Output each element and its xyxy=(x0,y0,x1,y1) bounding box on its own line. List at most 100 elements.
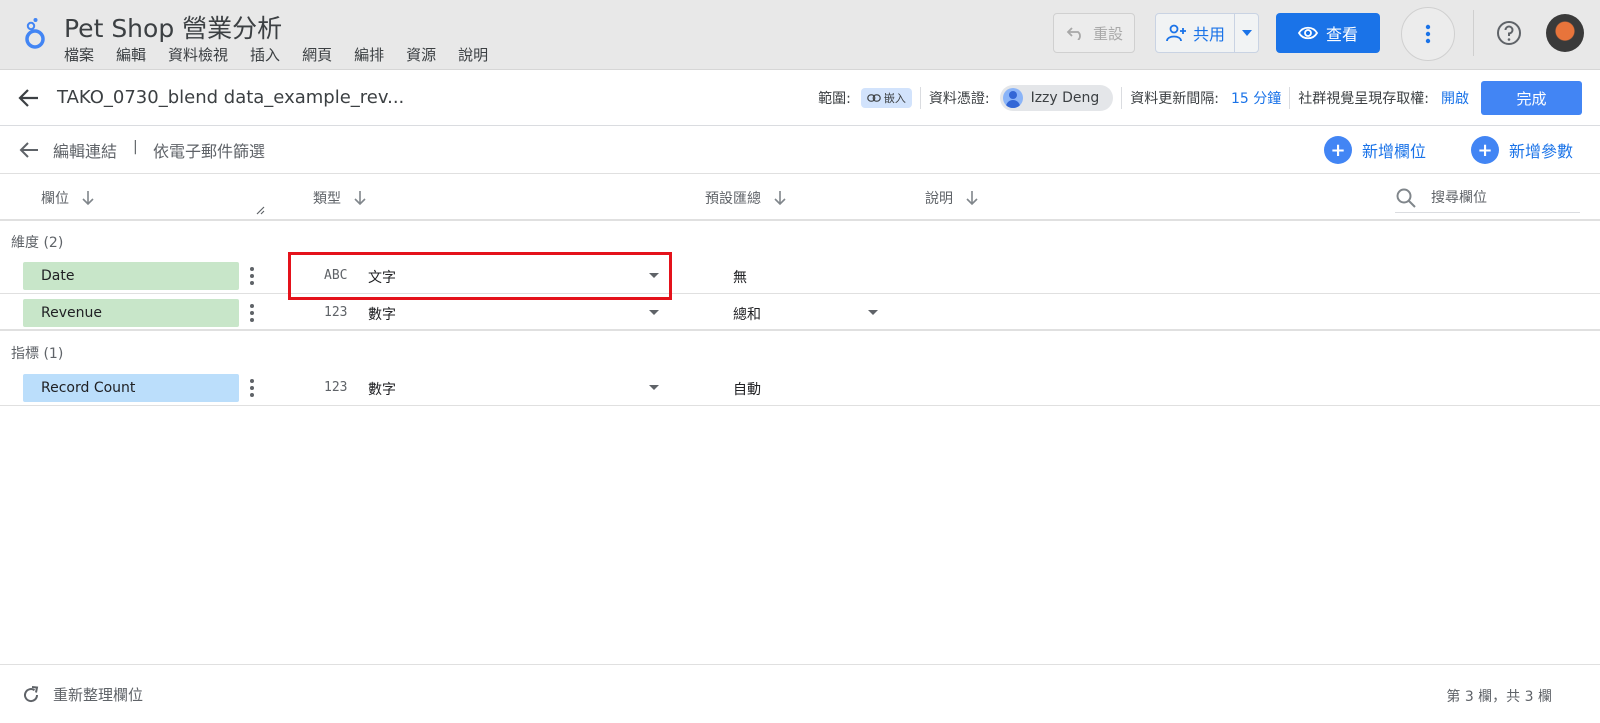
add-field-label: 新增欄位 xyxy=(1362,142,1427,161)
field-count: 第 3 欄，共 3 欄 xyxy=(1446,689,1552,705)
filter-by-email-link[interactable]: 依電子郵件篩選 xyxy=(153,138,265,162)
datasource-name[interactable]: TAKO_0730_blend data_example_rev... xyxy=(57,87,404,108)
edit-connection-link[interactable]: 編輯連結 xyxy=(53,138,117,162)
search-icon xyxy=(1396,188,1416,208)
app-header: Pet Shop 營業分析 檔案 編輯 資料檢視 插入 網頁 編排 資源 說明 … xyxy=(0,0,1600,70)
table-row: Revenue 123 數字 總和 xyxy=(0,295,1600,331)
more-vert-icon[interactable] xyxy=(248,378,256,398)
column-header-field[interactable]: 欄位 xyxy=(41,188,95,208)
add-field-button[interactable]: + 新增欄位 xyxy=(1324,136,1426,164)
share-label: 共用 xyxy=(1192,25,1225,44)
reset-label: 重設 xyxy=(1092,24,1123,43)
plus-icon: + xyxy=(1471,136,1499,164)
caret-down-icon[interactable] xyxy=(649,385,659,390)
number-type-icon: 123 xyxy=(324,380,348,395)
menu-edit[interactable]: 編輯 xyxy=(116,44,146,65)
divider xyxy=(1121,87,1123,109)
scope-label: 範圍: xyxy=(818,91,851,107)
refresh-interval-link[interactable]: 15 分鐘 xyxy=(1231,88,1281,108)
refresh-fields-button[interactable]: 重新整理欄位 xyxy=(21,684,143,705)
footer-bar: 重新整理欄位 第 3 欄，共 3 欄 xyxy=(0,664,1600,723)
credentials-label: 資料憑證: xyxy=(928,91,990,107)
field-search xyxy=(1395,183,1580,213)
report-title[interactable]: Pet Shop 營業分析 xyxy=(64,9,282,45)
sort-arrow-down-icon xyxy=(966,191,978,206)
menu-help[interactable]: 說明 xyxy=(458,44,488,65)
divider xyxy=(1289,87,1291,109)
sort-arrow-down-icon xyxy=(354,191,366,206)
column-header-type[interactable]: 類型 xyxy=(313,188,367,208)
back-arrow-icon[interactable] xyxy=(16,85,42,111)
table-header: 欄位 類型 預設匯總 說明 xyxy=(0,175,1600,221)
caret-down-icon[interactable] xyxy=(868,310,878,315)
credentials-user-name: Izzy Deng xyxy=(1030,90,1100,106)
toolbar-divider xyxy=(1473,10,1474,56)
field-chip-date[interactable]: Date xyxy=(23,262,239,290)
share-main-button[interactable]: 共用 xyxy=(1156,14,1234,52)
person-icon xyxy=(1002,88,1023,108)
menu-insert[interactable]: 插入 xyxy=(250,44,280,65)
refresh-interval-label: 資料更新間隔: xyxy=(1130,91,1220,107)
column-header-aggregation[interactable]: 預設匯總 xyxy=(705,188,787,208)
caret-down-icon xyxy=(1241,30,1252,36)
refresh-icon xyxy=(24,685,39,702)
column-header-description[interactable]: 說明 xyxy=(925,188,979,208)
column-header-label: 欄位 xyxy=(41,191,69,207)
credentials-user-chip[interactable]: Izzy Deng xyxy=(999,85,1114,111)
share-dropdown-button[interactable] xyxy=(1234,14,1258,52)
embed-chip[interactable]: 嵌入 xyxy=(860,88,912,108)
divider xyxy=(919,87,921,109)
more-options-button[interactable] xyxy=(1401,7,1455,61)
refresh-fields-label: 重新整理欄位 xyxy=(53,686,144,704)
share-button[interactable]: 共用 xyxy=(1155,13,1259,53)
aggregation-select-value[interactable]: 總和 xyxy=(733,304,761,324)
menu-view-data[interactable]: 資料檢視 xyxy=(168,44,228,65)
more-vert-icon[interactable] xyxy=(248,303,256,323)
aggregation-value: 無 xyxy=(733,270,747,286)
dimensions-section-label: 維度 (2) xyxy=(11,235,64,251)
looker-studio-logo-icon[interactable] xyxy=(22,17,48,51)
add-person-icon xyxy=(1166,24,1186,42)
add-parameter-label: 新增參數 xyxy=(1509,142,1574,161)
menu-arrange[interactable]: 編排 xyxy=(354,44,384,65)
metrics-section-label: 指標 (1) xyxy=(11,346,64,362)
connection-bar: 編輯連結 | 依電子郵件篩選 + 新增欄位 + 新增參數 xyxy=(0,126,1600,174)
menu-file[interactable]: 檔案 xyxy=(64,44,94,65)
field-chip-revenue[interactable]: Revenue xyxy=(23,299,239,327)
sort-arrow-down-icon xyxy=(82,191,94,206)
help-icon[interactable] xyxy=(1494,18,1524,48)
community-access-link[interactable]: 開啟 xyxy=(1441,88,1469,108)
link-icon xyxy=(867,94,881,102)
sort-arrow-down-icon xyxy=(774,191,786,206)
aggregation-value: 自動 xyxy=(733,382,761,398)
datasource-settings: 範圍: 嵌入 資料憑證: Izzy Deng 資料更新間隔: 15 分鐘 社群視… xyxy=(818,79,1582,117)
menu-page[interactable]: 網頁 xyxy=(302,44,332,65)
table-row: Record Count 123 數字 自動 xyxy=(0,370,1600,406)
undo-icon xyxy=(1066,27,1081,40)
view-button[interactable]: 查看 xyxy=(1276,13,1380,53)
reset-button[interactable]: 重設 xyxy=(1053,13,1135,53)
search-input[interactable] xyxy=(1431,189,1571,206)
done-button[interactable]: 完成 xyxy=(1481,81,1582,115)
more-vert-icon xyxy=(1425,24,1431,44)
eye-icon xyxy=(1297,26,1318,40)
table-row: Date ABC 文字 無 xyxy=(0,258,1600,294)
plus-icon: + xyxy=(1324,136,1352,164)
type-select-value[interactable]: 數字 xyxy=(368,304,396,324)
caret-down-icon[interactable] xyxy=(649,310,659,315)
type-select-value[interactable]: 數字 xyxy=(368,379,396,399)
account-avatar[interactable] xyxy=(1546,14,1584,52)
field-chip-record-count[interactable]: Record Count xyxy=(23,374,239,402)
menu-bar: 檔案 編輯 資料檢視 插入 網頁 編排 資源 說明 xyxy=(64,44,510,65)
add-parameter-button[interactable]: + 新增參數 xyxy=(1471,136,1573,164)
column-header-label: 說明 xyxy=(925,191,953,207)
column-header-label: 預設匯總 xyxy=(705,191,761,207)
column-resize-icon[interactable] xyxy=(256,206,265,215)
datasource-bar: TAKO_0730_blend data_example_rev... 範圍: … xyxy=(0,71,1600,126)
embed-label: 嵌入 xyxy=(883,92,906,105)
number-type-icon: 123 xyxy=(324,305,348,320)
highlight-box xyxy=(288,252,672,300)
more-vert-icon[interactable] xyxy=(248,266,256,286)
menu-resource[interactable]: 資源 xyxy=(406,44,436,65)
back-arrow-icon[interactable] xyxy=(17,138,41,162)
